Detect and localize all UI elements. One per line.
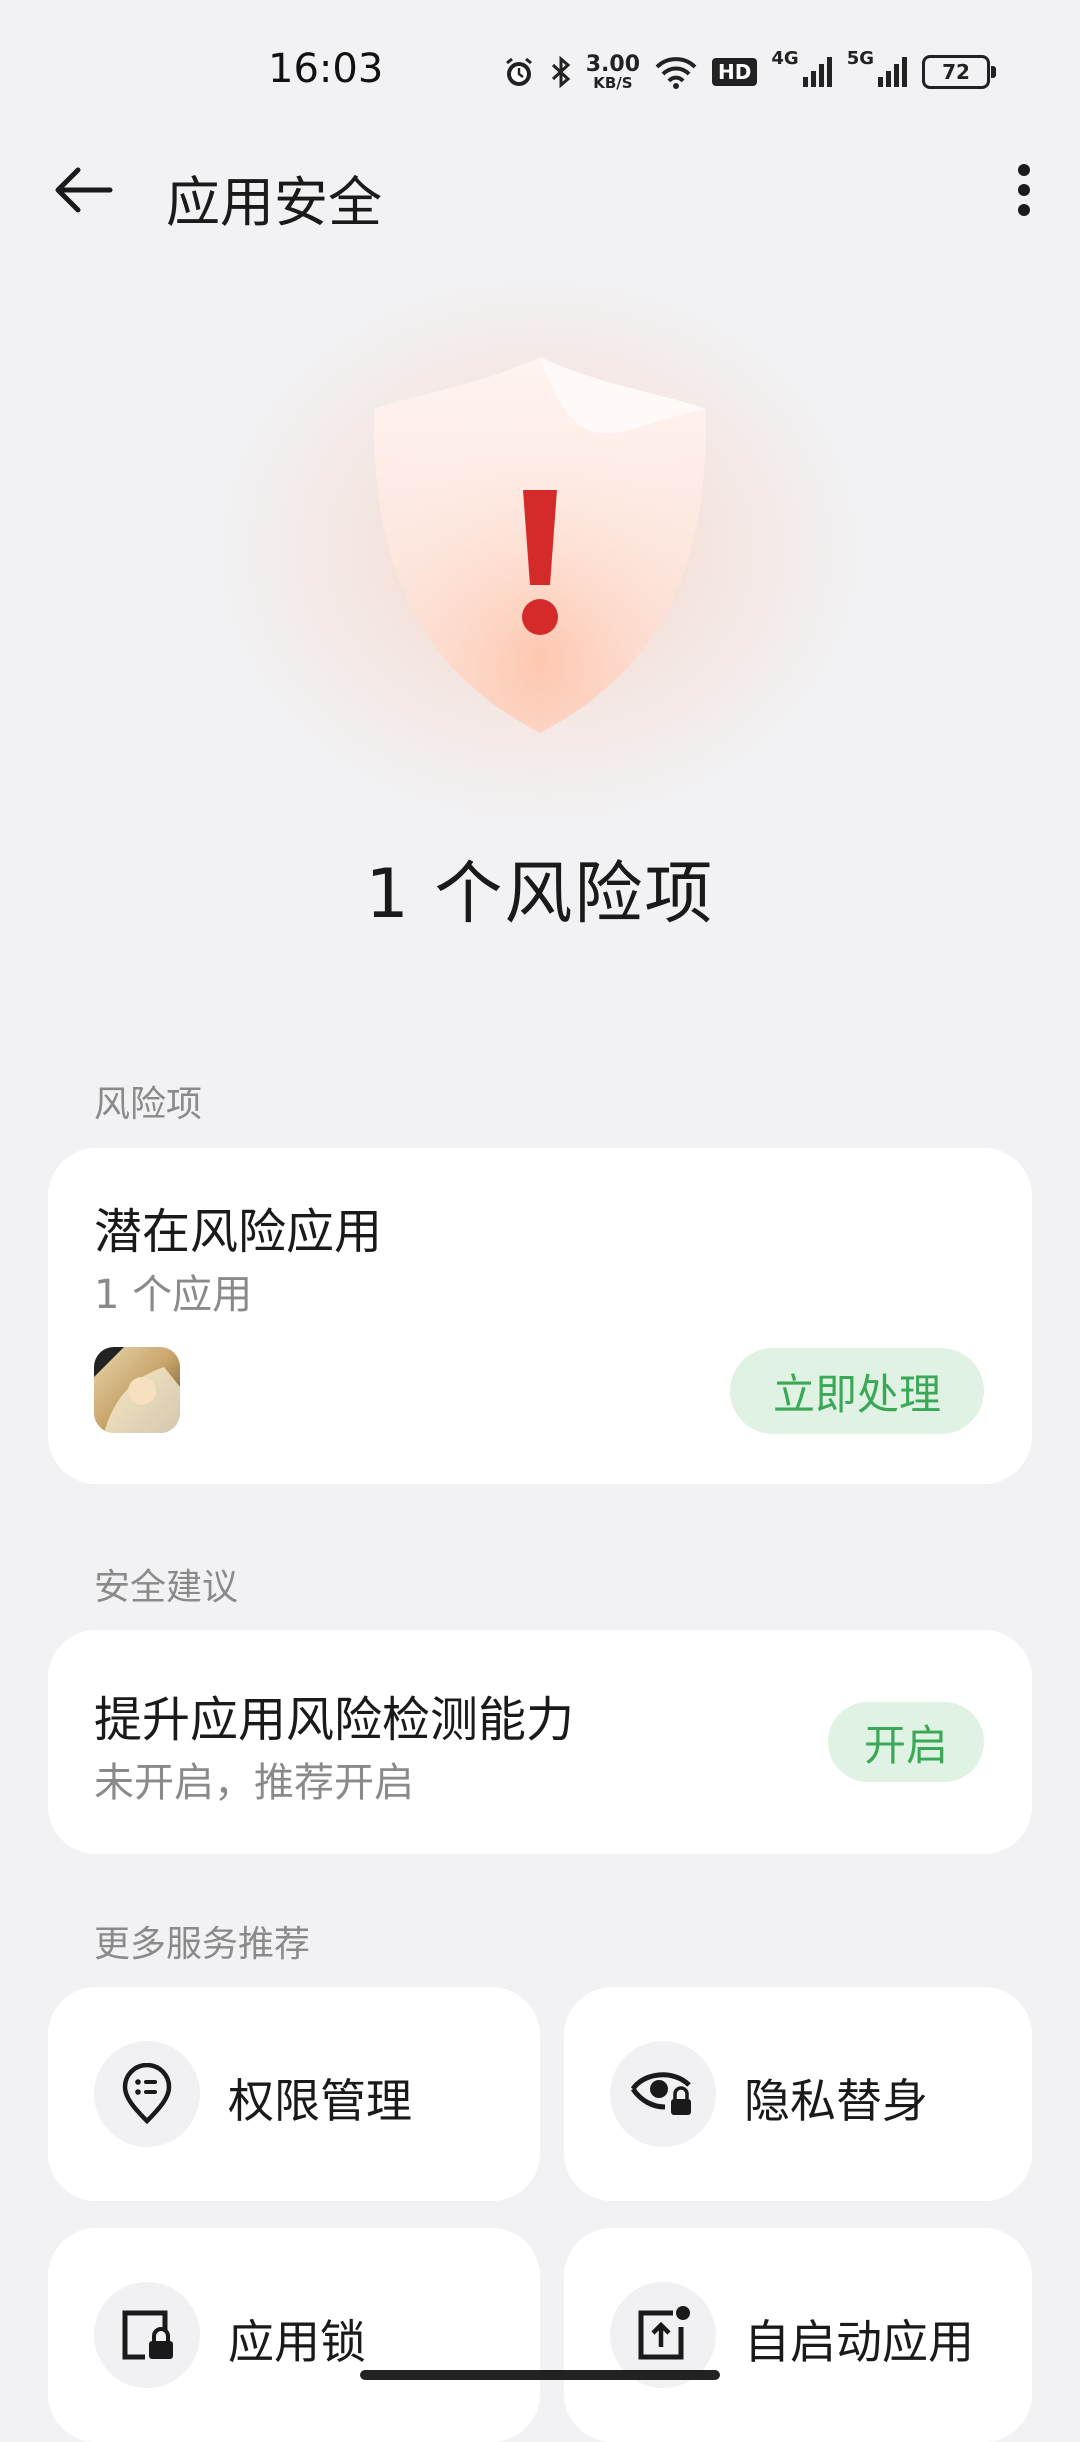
page-title: 应用安全 <box>166 171 382 234</box>
risk-detection-card[interactable]: 提升应用风险检测能力 未开启，推荐开启 开启 <box>48 1630 1032 1854</box>
app-lock-icon <box>122 2310 173 2360</box>
signal-icon <box>878 55 908 89</box>
service-label: 隐私替身 <box>744 2074 928 2128</box>
alarm-icon <box>502 55 536 89</box>
signal-1-label: 4G <box>771 48 799 69</box>
back-button[interactable] <box>48 160 118 220</box>
card-subtitle: 未开启，推荐开启 <box>94 1760 414 1806</box>
autostart-icon <box>638 2306 690 2360</box>
privacy-avatar-card[interactable]: 隐私替身 <box>564 1987 1032 2201</box>
icon-container <box>94 2041 200 2147</box>
services-section-label: 更多服务推荐 <box>94 1924 311 1965</box>
signal-2-label: 5G <box>846 48 874 69</box>
potential-risk-app-card[interactable]: 潜在风险应用 1 个应用 立即处理 <box>48 1148 1032 1484</box>
permission-management-card[interactable]: 权限管理 <box>48 1987 540 2201</box>
status-icons: 3.00 KB/S HD 4G 5G 72 <box>502 48 996 96</box>
service-label: 应用锁 <box>228 2315 366 2369</box>
home-indicator[interactable] <box>360 2370 720 2380</box>
privacy-eye-lock-icon <box>631 2072 691 2115</box>
permission-location-icon <box>122 2063 172 2125</box>
service-label: 自启动应用 <box>744 2315 974 2369</box>
card-title: 潜在风险应用 <box>94 1204 383 1260</box>
enable-button[interactable]: 开启 <box>828 1702 984 1782</box>
risk-section-label: 风险项 <box>94 1084 203 1125</box>
shield-warning-icon <box>373 357 707 733</box>
net-speed-unit: KB/S <box>593 73 633 92</box>
icon-container <box>610 2041 716 2147</box>
status-bar: 16:03 3.00 KB/S HD 4G 5G 72 <box>0 0 1080 140</box>
bluetooth-icon <box>550 55 572 89</box>
signal-icon <box>802 55 833 89</box>
more-options-button[interactable] <box>994 156 1054 224</box>
hd-badge: HD <box>712 58 758 86</box>
handle-now-button[interactable]: 立即处理 <box>730 1348 984 1434</box>
network-speed: 3.00 KB/S <box>585 51 641 92</box>
net-speed-value: 3.00 <box>585 51 641 77</box>
status-time: 16:03 <box>268 46 384 92</box>
more-vertical-icon <box>1018 164 1030 216</box>
service-label: 权限管理 <box>228 2074 412 2128</box>
battery-icon: 72 <box>922 55 996 89</box>
app-header: 应用安全 <box>0 140 1080 240</box>
wifi-icon <box>654 55 698 89</box>
risky-app-icon[interactable] <box>94 1347 180 1433</box>
card-title: 提升应用风险检测能力 <box>94 1692 575 1748</box>
autostart-apps-card[interactable]: 自启动应用 <box>564 2228 1032 2442</box>
icon-container <box>94 2282 200 2388</box>
back-arrow-icon <box>55 167 113 213</box>
app-lock-card[interactable]: 应用锁 <box>48 2228 540 2442</box>
card-subtitle: 1 个应用 <box>94 1272 253 1318</box>
suggestion-section-label: 安全建议 <box>94 1567 239 1608</box>
risk-count-title: 1 个风险项 <box>365 855 715 934</box>
